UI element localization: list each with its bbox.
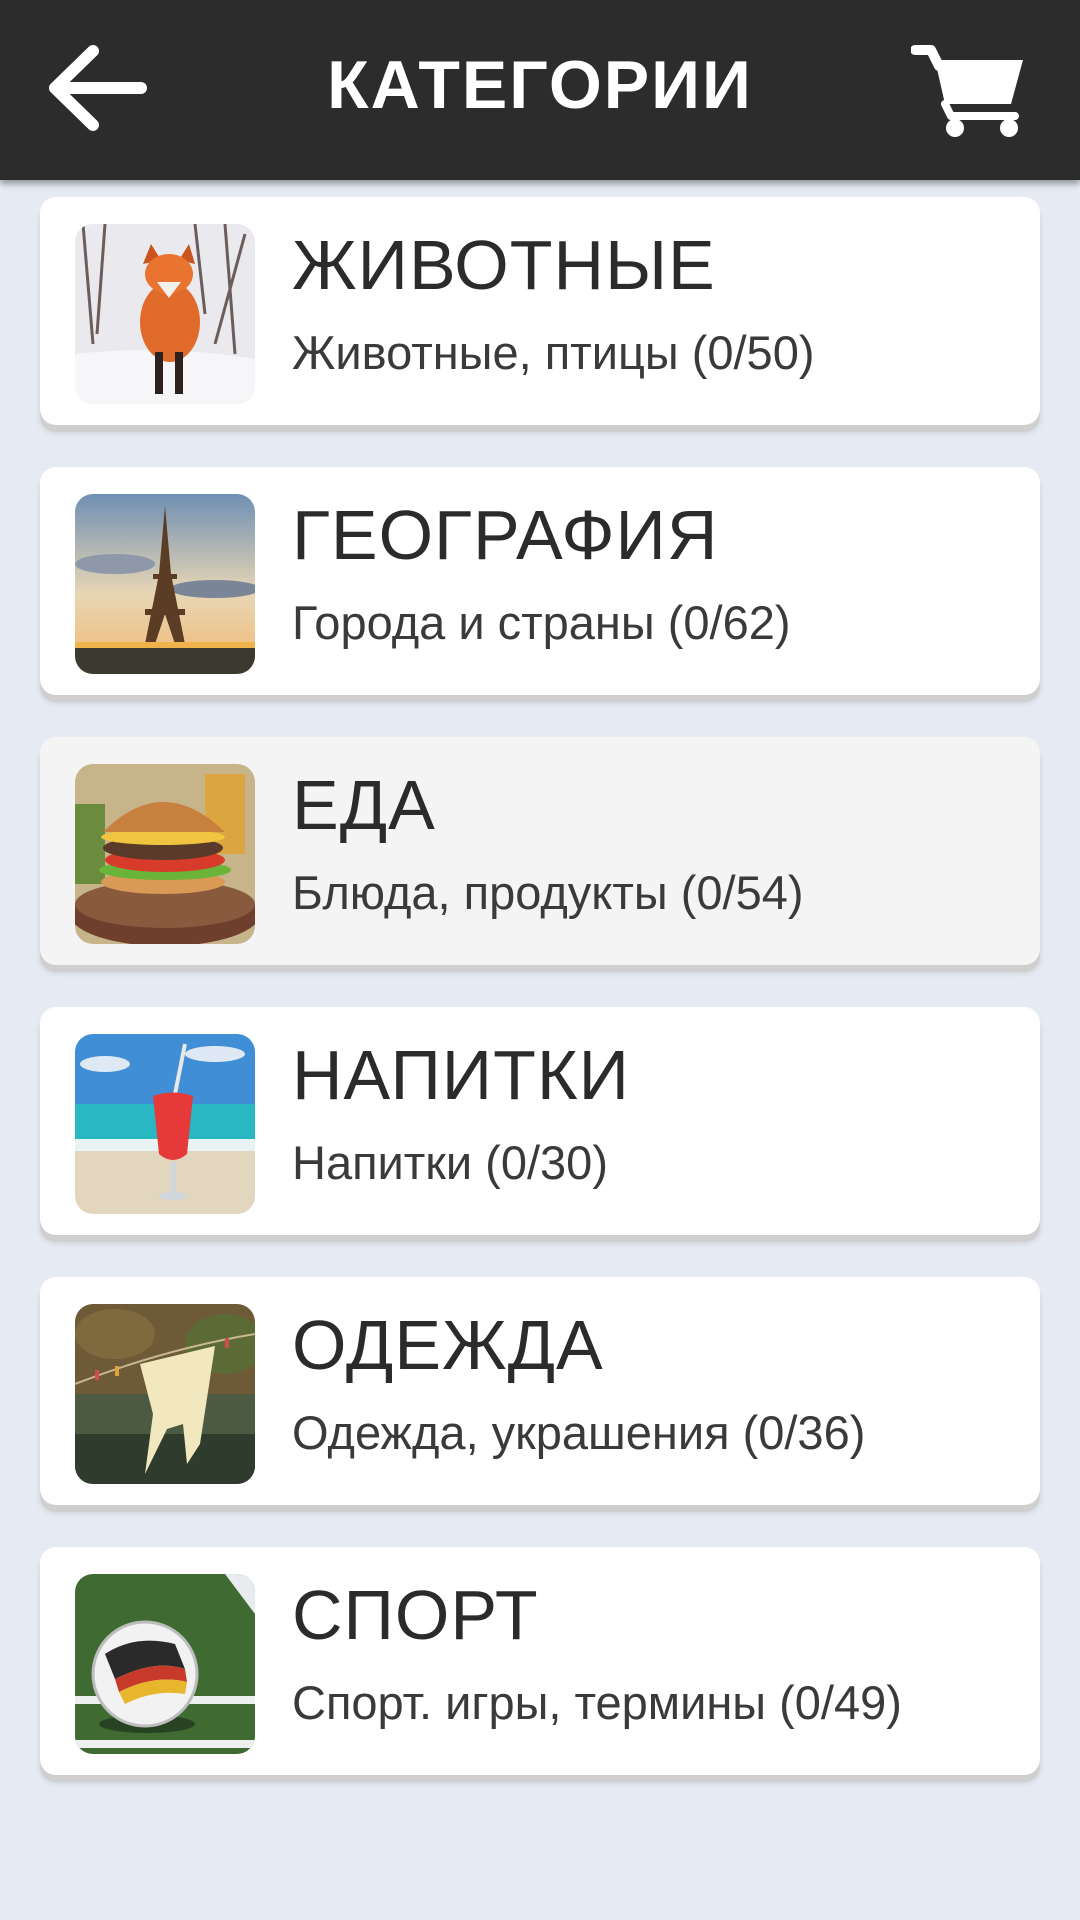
- category-subtitle: Блюда, продукты (0/54): [292, 866, 804, 919]
- category-subtitle: Животные, птицы (0/50): [292, 326, 815, 379]
- category-card-geography[interactable]: ГЕОГРАФИЯ Города и страны (0/62): [40, 467, 1040, 695]
- category-title: ГЕОГРАФИЯ: [292, 496, 719, 574]
- cocktail-beach-image: [75, 1034, 255, 1214]
- cart-icon: [911, 45, 1023, 137]
- category-card-food[interactable]: ЕДА Блюда, продукты (0/54): [40, 737, 1040, 965]
- category-list: ЖИВОТНЫЕ Животные, птицы (0/50) ГЕОГРАФИ…: [40, 197, 1040, 1817]
- clothesline-image: [75, 1304, 255, 1484]
- page-title: КАТЕГОРИИ: [327, 47, 753, 123]
- category-card-drinks[interactable]: НАПИТКИ Напитки (0/30): [40, 1007, 1040, 1235]
- cart-button[interactable]: [905, 35, 1035, 145]
- category-subtitle: Напитки (0/30): [292, 1136, 608, 1189]
- category-card-sport[interactable]: СПОРТ Спорт. игры, термины (0/49): [40, 1547, 1040, 1775]
- back-button[interactable]: [40, 38, 150, 138]
- category-subtitle: Города и страны (0/62): [292, 596, 791, 649]
- fox-image: [75, 224, 255, 404]
- soccer-ball-image: [75, 1574, 255, 1754]
- category-title: ЕДА: [292, 766, 436, 844]
- category-title: ЖИВОТНЫЕ: [292, 226, 716, 304]
- category-title: НАПИТКИ: [292, 1036, 630, 1114]
- category-subtitle: Одежда, украшения (0/36): [292, 1406, 866, 1459]
- burger-image: [75, 764, 255, 944]
- category-card-clothes[interactable]: ОДЕЖДА Одежда, украшения (0/36): [40, 1277, 1040, 1505]
- eiffel-tower-image: [75, 494, 255, 674]
- category-card-animals[interactable]: ЖИВОТНЫЕ Животные, птицы (0/50): [40, 197, 1040, 425]
- arrow-left-icon: [49, 45, 147, 131]
- category-title: СПОРТ: [292, 1576, 539, 1654]
- category-subtitle: Спорт. игры, термины (0/49): [292, 1676, 902, 1729]
- app-bar: КАТЕГОРИИ: [0, 0, 1080, 180]
- category-title: ОДЕЖДА: [292, 1306, 604, 1384]
